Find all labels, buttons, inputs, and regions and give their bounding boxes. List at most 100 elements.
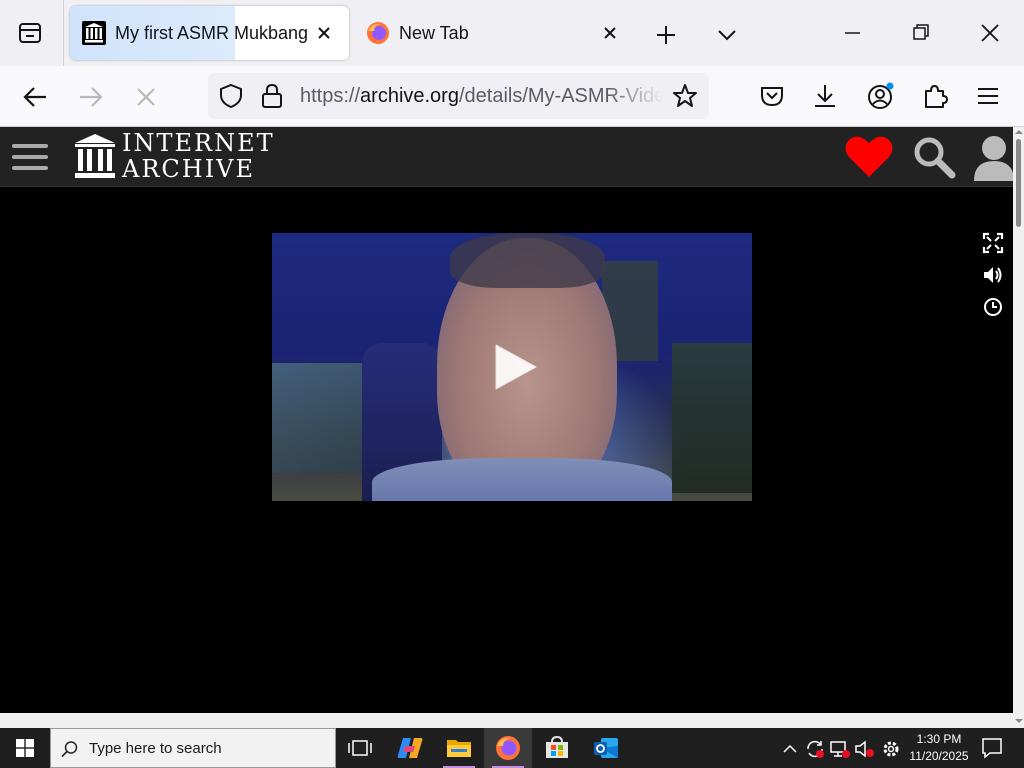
taskbar-search-box[interactable]: Type here to search	[50, 728, 336, 768]
fullscreen-button[interactable]	[982, 232, 1004, 254]
heart-icon	[845, 136, 893, 177]
fullscreen-icon	[982, 232, 1004, 254]
scroll-up-arrow-icon[interactable]	[1015, 128, 1023, 136]
video-play-button[interactable]	[488, 341, 540, 393]
start-button[interactable]	[0, 728, 50, 768]
downloads-button[interactable]	[811, 82, 839, 110]
store-icon	[546, 736, 568, 758]
page-bottom-strip	[0, 713, 1013, 728]
close-icon	[318, 27, 330, 39]
arrow-left-icon	[23, 87, 46, 107]
settings-tray-button[interactable]	[880, 738, 902, 760]
shield-icon[interactable]	[218, 83, 244, 109]
list-all-tabs-button[interactable]	[713, 21, 741, 49]
download-icon	[815, 85, 835, 107]
forward-button[interactable]	[76, 82, 106, 112]
hamburger-icon	[12, 144, 48, 170]
tab-title: New Tab	[399, 23, 469, 43]
windows-logo-icon	[16, 739, 34, 757]
volume-icon	[984, 267, 1002, 283]
chevron-down-icon	[718, 30, 736, 41]
archive-building-icon	[75, 134, 115, 178]
chevron-up-icon	[783, 744, 797, 753]
volume-button[interactable]	[982, 264, 1004, 286]
network-status-button[interactable]	[829, 738, 851, 760]
app-menu-button[interactable]	[974, 82, 1002, 110]
scroll-down-arrow-icon[interactable]	[1015, 717, 1023, 725]
site-menu-button[interactable]	[10, 139, 50, 175]
restore-button[interactable]	[899, 18, 943, 48]
donate-button[interactable]	[844, 133, 894, 179]
folder-icon	[447, 740, 471, 757]
copilot-app[interactable]	[386, 728, 434, 768]
tab-my-first-asmr-mukbang[interactable]: My first ASMR Mukbang	[70, 6, 349, 60]
sync-status-button[interactable]	[804, 738, 826, 760]
close-tab-button[interactable]	[598, 21, 622, 45]
new-tab-button[interactable]	[652, 21, 680, 49]
url-scheme: https://	[300, 85, 361, 107]
firefox-view-icon	[19, 23, 41, 43]
close-tab-button[interactable]	[312, 21, 336, 45]
user-account-button[interactable]	[972, 133, 1013, 181]
taskbar-clock[interactable]: 1:30 PM 11/20/2025	[904, 731, 974, 765]
puzzle-icon	[925, 85, 948, 108]
internet-archive-logo[interactable]: INTERNET ARCHIVE	[74, 127, 274, 187]
timing-button[interactable]	[982, 296, 1004, 318]
video-player[interactable]	[272, 233, 752, 501]
play-icon	[495, 344, 537, 390]
search-placeholder: Type here to search	[89, 740, 222, 757]
firefox-icon	[367, 22, 389, 44]
address-bar[interactable]: https://archive.org/details/My-ASMR-Vide…	[208, 73, 709, 119]
tab-title: My first ASMR Mukbang	[115, 23, 309, 43]
page-scrollbar[interactable]	[1013, 127, 1024, 728]
arrow-right-icon	[80, 87, 103, 107]
firefox-view-button[interactable]	[12, 17, 48, 49]
tab-new-tab[interactable]: New Tab	[356, 6, 634, 60]
show-hidden-icons-button[interactable]	[780, 739, 800, 759]
clock-icon	[984, 298, 1002, 316]
minimize-button[interactable]	[830, 18, 874, 48]
back-button[interactable]	[20, 82, 50, 112]
close-window-button[interactable]	[968, 18, 1012, 48]
lock-icon[interactable]	[260, 83, 284, 109]
navigation-toolbar: https://archive.org/details/My-ASMR-Vide…	[0, 66, 1024, 127]
pocket-button[interactable]	[758, 82, 786, 110]
volume-status-button[interactable]	[854, 738, 876, 760]
network-icon	[830, 741, 850, 758]
sync-icon	[807, 740, 824, 758]
task-view-button[interactable]	[336, 728, 384, 768]
scrollbar-thumb[interactable]	[1016, 139, 1021, 227]
copilot-icon	[397, 738, 423, 758]
file-explorer-app[interactable]	[435, 728, 483, 768]
firefox-app[interactable]	[484, 728, 532, 768]
restore-icon	[913, 24, 929, 40]
clock-date: 11/20/2025	[909, 749, 969, 763]
speaker-muted-icon	[855, 740, 874, 758]
account-button[interactable]	[866, 82, 894, 110]
url-path: /details/My-ASMR-Video	[458, 85, 662, 107]
tab-strip: My first ASMR Mukbang New Tab	[0, 0, 1024, 66]
search-icon	[914, 137, 956, 179]
logo-line-internet: INTERNET	[122, 129, 275, 157]
pocket-icon	[761, 87, 783, 107]
url-text[interactable]: https://archive.org/details/My-ASMR-Vide…	[300, 85, 662, 108]
stop-button[interactable]	[131, 82, 161, 112]
minimize-icon	[845, 32, 860, 34]
firefox-icon	[496, 736, 520, 760]
microsoft-store-app[interactable]	[533, 728, 581, 768]
site-header: INTERNET ARCHIVE	[0, 127, 1013, 187]
site-search-button[interactable]	[912, 135, 956, 179]
notifications-button[interactable]	[980, 737, 1004, 759]
tab-separator	[63, 0, 64, 66]
outlook-icon	[594, 738, 618, 758]
outlook-app[interactable]	[582, 728, 630, 768]
notification-icon	[982, 738, 1002, 759]
page-content: INTERNET ARCHIVE	[0, 127, 1013, 713]
clock-time: 1:30 PM	[916, 732, 962, 746]
close-icon	[981, 24, 999, 42]
url-host: archive.org	[360, 85, 459, 107]
hamburger-icon	[978, 88, 998, 104]
extensions-button[interactable]	[921, 82, 949, 110]
task-view-icon	[348, 740, 372, 756]
star-icon[interactable]	[672, 83, 698, 109]
